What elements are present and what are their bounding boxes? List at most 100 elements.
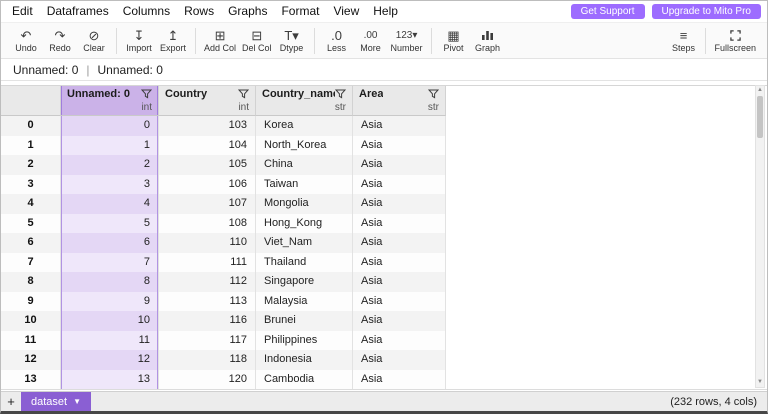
column-header-unnamed0[interactable]: Unnamed: 0 int	[61, 86, 159, 116]
row-index[interactable]: 9	[1, 291, 61, 311]
row-index[interactable]: 12	[1, 350, 61, 370]
cell-country[interactable]: 112	[159, 272, 256, 292]
cell-country[interactable]: 113	[159, 291, 256, 311]
steps-button[interactable]: ≡ Steps	[666, 26, 700, 56]
formula-bar[interactable]: Unnamed: 0 | Unnamed: 0	[1, 59, 767, 81]
sheet-tab-dataset[interactable]: dataset ▼	[21, 392, 92, 411]
cell-unnamed0[interactable]: 4	[61, 194, 159, 214]
scrollbar-thumb[interactable]	[757, 96, 763, 138]
cell-country[interactable]: 116	[159, 311, 256, 331]
cell-country-name[interactable]: Malaysia	[256, 291, 353, 311]
menu-item-view[interactable]: View	[326, 1, 366, 22]
cell-unnamed0[interactable]: 6	[61, 233, 159, 253]
cell-country[interactable]: 117	[159, 330, 256, 350]
column-header-country-name[interactable]: Country_name str	[256, 86, 353, 116]
cell-country[interactable]: 104	[159, 135, 256, 155]
cell-area[interactable]: Asia	[353, 233, 446, 253]
cell-country[interactable]: 108	[159, 213, 256, 233]
row-index[interactable]: 13	[1, 369, 61, 389]
import-button[interactable]: ↧ Import	[122, 26, 156, 56]
dtype-button[interactable]: T▾ Dtype	[275, 26, 309, 56]
del-col-button[interactable]: ⊟ Del Col	[239, 26, 275, 56]
menu-item-help[interactable]: Help	[366, 1, 405, 22]
row-index[interactable]: 7	[1, 252, 61, 272]
cell-unnamed0[interactable]: 0	[61, 116, 159, 136]
filter-icon[interactable]	[428, 89, 439, 99]
row-index[interactable]: 2	[1, 155, 61, 175]
scroll-up-arrow-icon[interactable]: ▲	[756, 86, 764, 95]
cell-country-name[interactable]: Philippines	[256, 330, 353, 350]
cell-unnamed0[interactable]: 5	[61, 213, 159, 233]
cell-country-name[interactable]: Taiwan	[256, 174, 353, 194]
export-button[interactable]: ↥ Export	[156, 26, 190, 56]
cell-area[interactable]: Asia	[353, 330, 446, 350]
filter-icon[interactable]	[141, 89, 152, 99]
column-header-area[interactable]: Area str	[353, 86, 446, 116]
scroll-down-arrow-icon[interactable]: ▼	[756, 378, 764, 387]
cell-unnamed0[interactable]: 8	[61, 272, 159, 292]
clear-button[interactable]: ⊘ Clear	[77, 26, 111, 56]
cell-country-name[interactable]: Singapore	[256, 272, 353, 292]
cell-area[interactable]: Asia	[353, 252, 446, 272]
cell-area[interactable]: Asia	[353, 155, 446, 175]
menu-item-edit[interactable]: Edit	[5, 1, 40, 22]
cell-area[interactable]: Asia	[353, 311, 446, 331]
cell-unnamed0[interactable]: 2	[61, 155, 159, 175]
cell-area[interactable]: Asia	[353, 116, 446, 136]
cell-area[interactable]: Asia	[353, 194, 446, 214]
cell-country-name[interactable]: Viet_Nam	[256, 233, 353, 253]
cell-unnamed0[interactable]: 10	[61, 311, 159, 331]
cell-unnamed0[interactable]: 12	[61, 350, 159, 370]
menu-item-dataframes[interactable]: Dataframes	[40, 1, 116, 22]
cell-unnamed0[interactable]: 1	[61, 135, 159, 155]
cell-unnamed0[interactable]: 9	[61, 291, 159, 311]
row-index[interactable]: 6	[1, 233, 61, 253]
cell-country[interactable]: 103	[159, 116, 256, 136]
cell-area[interactable]: Asia	[353, 291, 446, 311]
filter-icon[interactable]	[238, 89, 249, 99]
cell-country-name[interactable]: China	[256, 155, 353, 175]
cell-country[interactable]: 120	[159, 369, 256, 389]
vertical-scrollbar[interactable]: ▲ ▼	[755, 85, 765, 388]
cell-area[interactable]: Asia	[353, 350, 446, 370]
cell-country-name[interactable]: Brunei	[256, 311, 353, 331]
cell-country[interactable]: 106	[159, 174, 256, 194]
number-button[interactable]: 123▾ Number	[388, 26, 426, 56]
more-button[interactable]: .00 More	[354, 26, 388, 56]
cell-country-name[interactable]: Korea	[256, 116, 353, 136]
upgrade-to-pro-button[interactable]: Upgrade to Mito Pro	[651, 4, 761, 19]
add-col-button[interactable]: ⊞ Add Col	[201, 26, 239, 56]
cell-unnamed0[interactable]: 13	[61, 369, 159, 389]
cell-area[interactable]: Asia	[353, 213, 446, 233]
cell-country[interactable]: 107	[159, 194, 256, 214]
row-index[interactable]: 0	[1, 116, 61, 136]
cell-country-name[interactable]: North_Korea	[256, 135, 353, 155]
cell-area[interactable]: Asia	[353, 135, 446, 155]
add-sheet-button[interactable]: +	[1, 392, 21, 411]
row-index[interactable]: 3	[1, 174, 61, 194]
graph-button[interactable]: Graph	[471, 26, 505, 56]
filter-icon[interactable]	[335, 89, 346, 99]
cell-country-name[interactable]: Thailand	[256, 252, 353, 272]
get-support-button[interactable]: Get Support	[570, 4, 645, 19]
cell-country-name[interactable]: Indonesia	[256, 350, 353, 370]
cell-country[interactable]: 110	[159, 233, 256, 253]
cell-unnamed0[interactable]: 3	[61, 174, 159, 194]
menu-item-columns[interactable]: Columns	[116, 1, 177, 22]
cell-unnamed0[interactable]: 7	[61, 252, 159, 272]
menu-item-format[interactable]: Format	[274, 1, 326, 22]
menu-item-rows[interactable]: Rows	[177, 1, 221, 22]
formula-value[interactable]: Unnamed: 0	[98, 63, 163, 77]
menu-item-graphs[interactable]: Graphs	[221, 1, 274, 22]
fullscreen-button[interactable]: Fullscreen	[711, 26, 759, 56]
row-index[interactable]: 4	[1, 194, 61, 214]
row-index[interactable]: 10	[1, 311, 61, 331]
row-index[interactable]: 8	[1, 272, 61, 292]
cell-unnamed0[interactable]: 11	[61, 330, 159, 350]
undo-button[interactable]: ↶ Undo	[9, 26, 43, 56]
column-header-country[interactable]: Country int	[159, 86, 256, 116]
row-index[interactable]: 5	[1, 213, 61, 233]
pivot-button[interactable]: ▦ Pivot	[437, 26, 471, 56]
cell-country-name[interactable]: Mongolia	[256, 194, 353, 214]
row-index[interactable]: 1	[1, 135, 61, 155]
